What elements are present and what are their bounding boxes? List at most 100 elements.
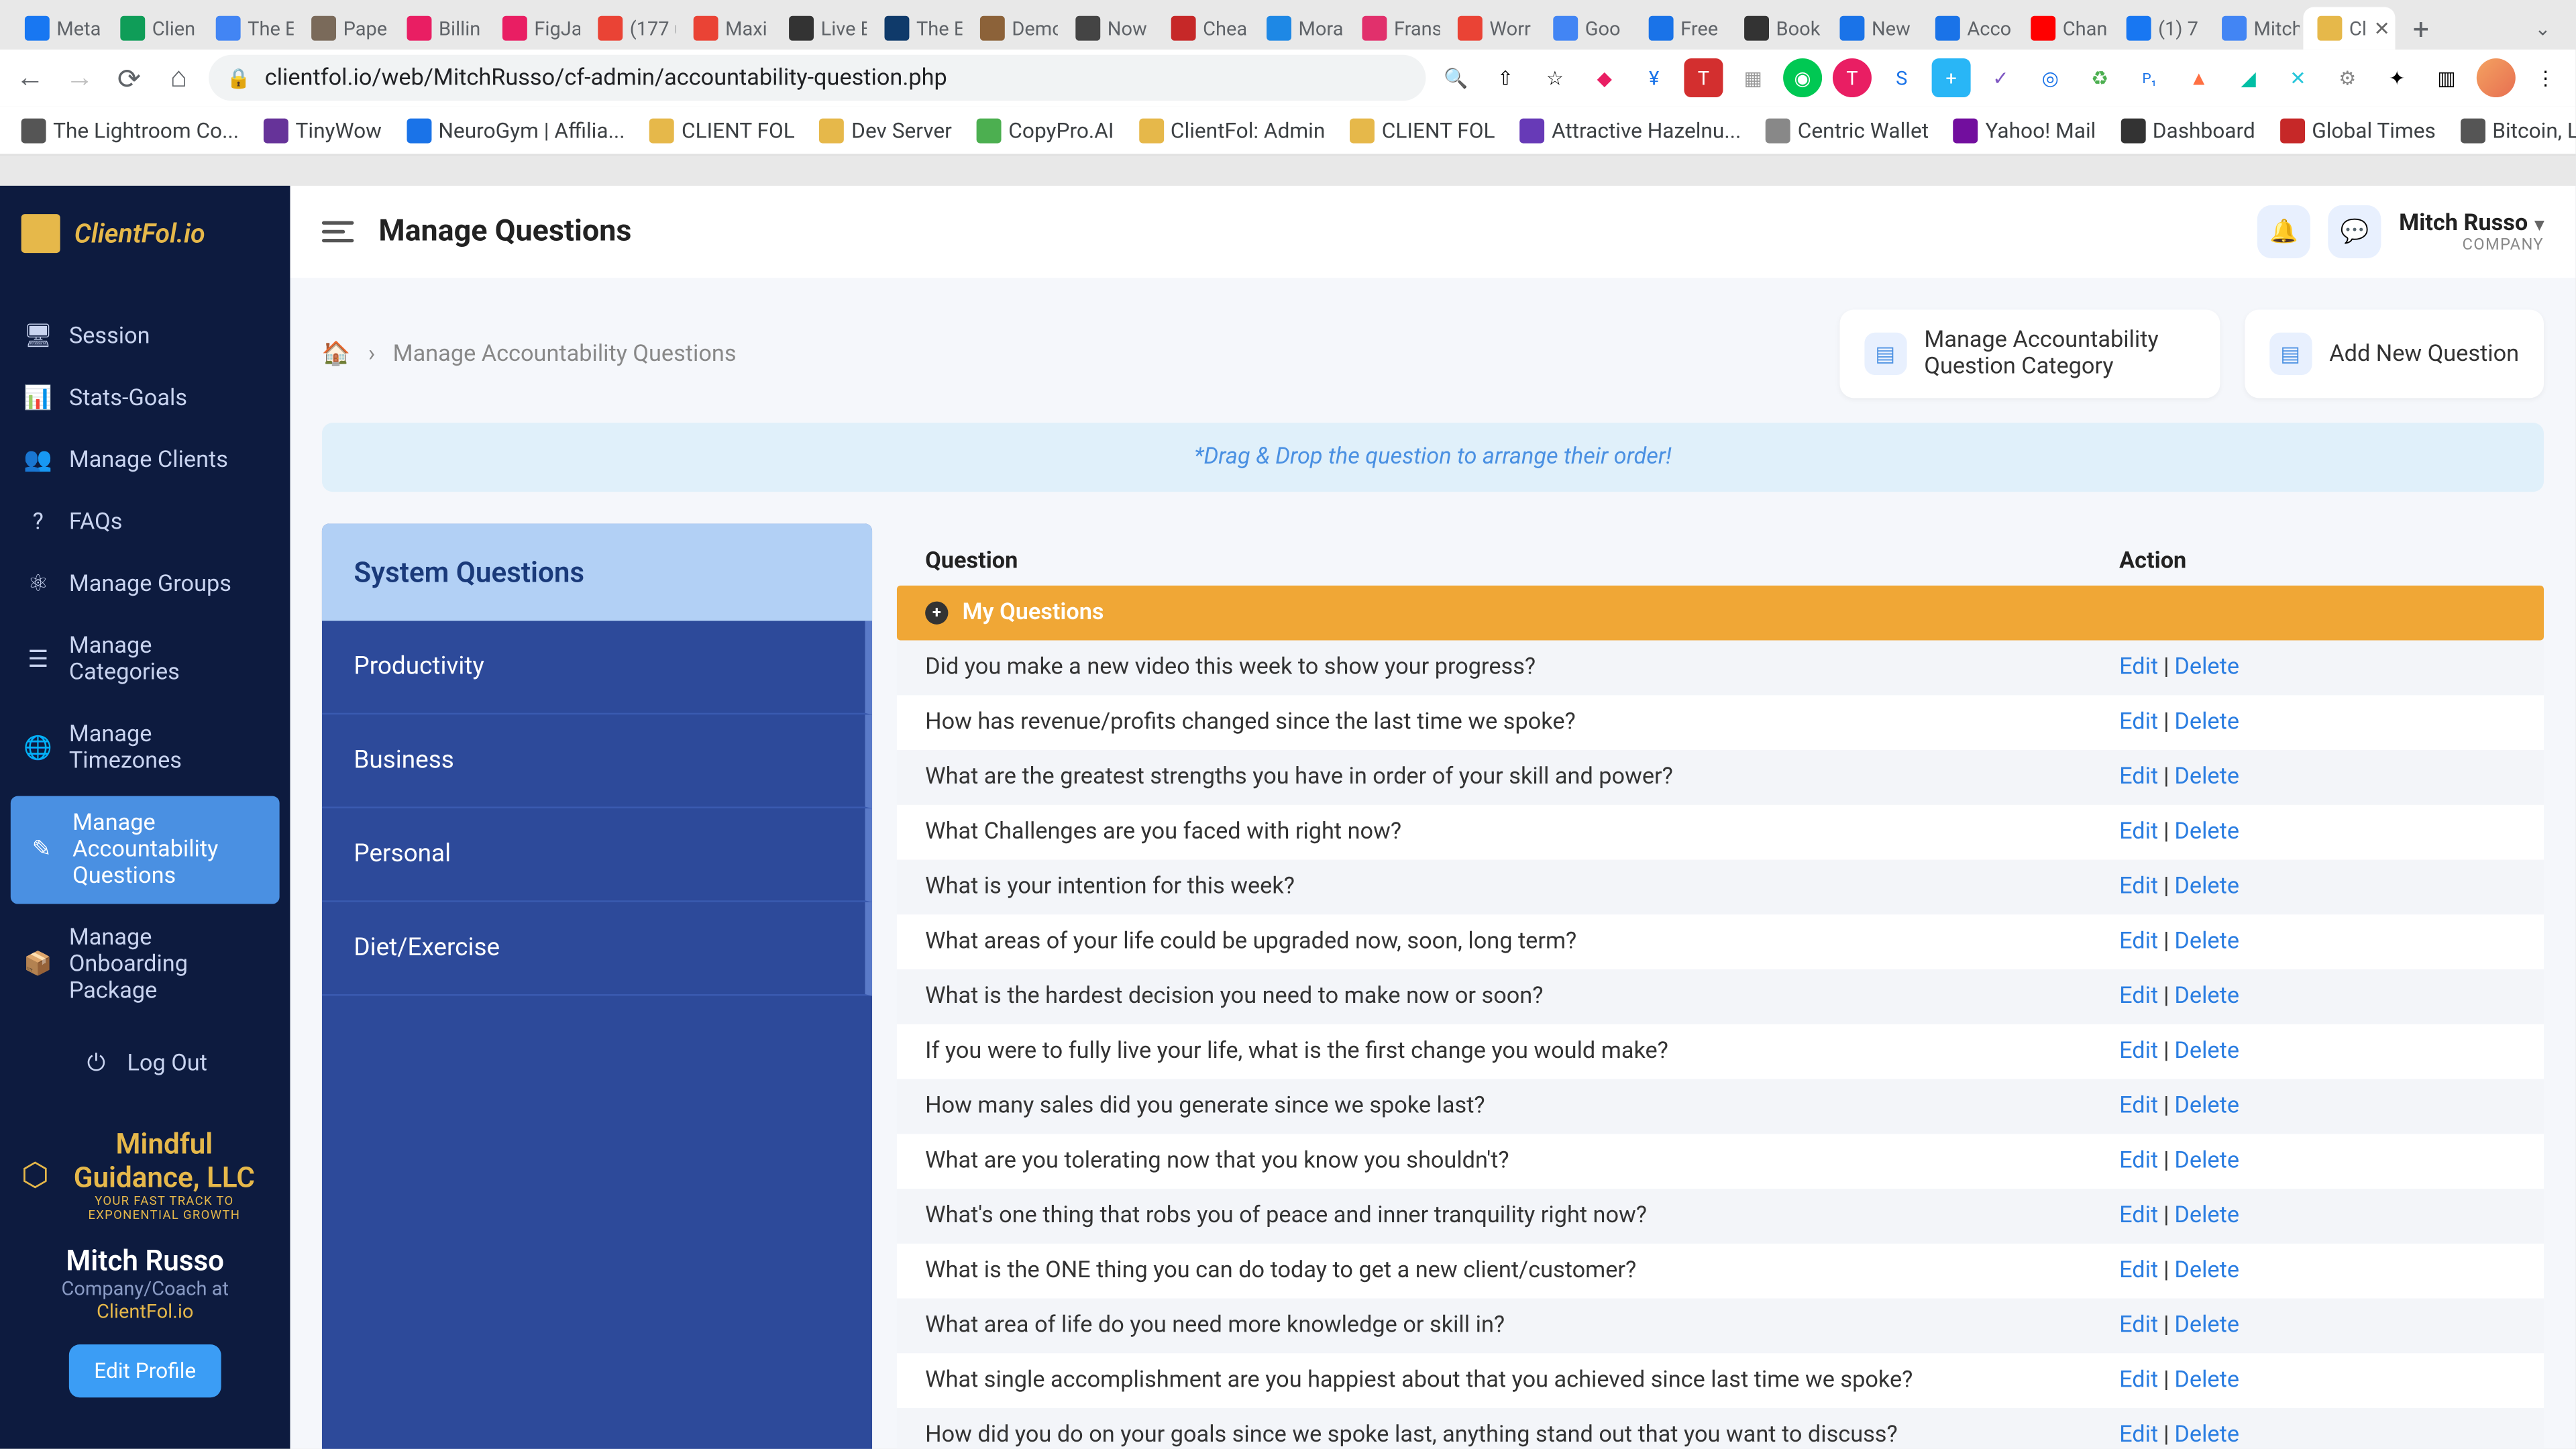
browser-tab[interactable]: Mitch	[2208, 7, 2300, 50]
sidebar-item[interactable]: ?FAQs	[0, 492, 290, 553]
table-row[interactable]: What area of life do you need more knowl…	[897, 1299, 2544, 1354]
delete-link[interactable]: Delete	[2174, 1313, 2239, 1340]
edit-link[interactable]: Edit	[2119, 764, 2158, 791]
table-row[interactable]: What are you tolerating now that you kno…	[897, 1134, 2544, 1189]
edit-profile-button[interactable]: Edit Profile	[69, 1344, 221, 1397]
delete-link[interactable]: Delete	[2174, 928, 2239, 955]
hamburger-icon[interactable]	[322, 221, 354, 243]
sidebar-item[interactable]: ✎Manage Accountability Questions	[11, 796, 280, 904]
ext-icon-13[interactable]: ▲	[2180, 58, 2218, 97]
edit-link[interactable]: Edit	[2119, 709, 2158, 736]
edit-link[interactable]: Edit	[2119, 655, 2158, 682]
url-field[interactable]: 🔒 clientfol.io/web/MitchRusso/cf-admin/a…	[209, 55, 1426, 101]
star-icon[interactable]: ☆	[1536, 58, 1574, 97]
edit-link[interactable]: Edit	[2119, 1367, 2158, 1394]
bookmark-item[interactable]: Yahoo! Mail	[1943, 111, 2106, 150]
delete-link[interactable]: Delete	[2174, 764, 2239, 791]
table-row[interactable]: What is the hardest decision you need to…	[897, 969, 2544, 1024]
home-button[interactable]: ⌂	[159, 58, 198, 97]
ext-icon-2[interactable]: ¥	[1635, 58, 1674, 97]
browser-tab[interactable]: Book	[1730, 7, 1822, 50]
table-row[interactable]: What Challenges are you faced with right…	[897, 805, 2544, 860]
ext-icon-11[interactable]: ♻	[2080, 58, 2119, 97]
extensions-icon[interactable]: ✦	[2377, 58, 2416, 97]
bookmark-item[interactable]: CLIENT FOL	[639, 111, 806, 150]
chat-icon[interactable]: 💬	[2328, 205, 2381, 258]
bookmark-item[interactable]: Dev Server	[809, 111, 963, 150]
table-row[interactable]: What are the greatest strengths you have…	[897, 750, 2544, 805]
browser-tab[interactable]: FigJa	[488, 7, 580, 50]
table-row[interactable]: How has revenue/profits changed since th…	[897, 695, 2544, 750]
delete-link[interactable]: Delete	[2174, 1203, 2239, 1230]
table-row[interactable]: If you were to fully live your life, wha…	[897, 1024, 2544, 1079]
category-item[interactable]: Productivity	[322, 621, 872, 715]
browser-tab[interactable]: (177 u	[584, 7, 676, 50]
browser-tab[interactable]: Clien	[106, 7, 198, 50]
browser-tab[interactable]: Acco	[1921, 7, 2013, 50]
ext-icon-5[interactable]: ◉	[1783, 58, 1822, 97]
edit-link[interactable]: Edit	[2119, 1203, 2158, 1230]
bookmark-item[interactable]: Global Times	[2269, 111, 2447, 150]
edit-link[interactable]: Edit	[2119, 1313, 2158, 1340]
table-row[interactable]: What areas of your life could be upgrade…	[897, 914, 2544, 969]
edit-link[interactable]: Edit	[2119, 874, 2158, 901]
profile-avatar[interactable]	[2477, 58, 2516, 97]
edit-link[interactable]: Edit	[2119, 1038, 2158, 1065]
sidebar-item[interactable]: 📦Manage Onboarding Package	[0, 908, 290, 1022]
bookmark-item[interactable]: CLIENT FOL	[1339, 111, 1505, 150]
bookmark-item[interactable]: CopyPro.AI	[966, 111, 1124, 150]
delete-link[interactable]: Delete	[2174, 983, 2239, 1010]
ext-icon-6[interactable]: T	[1833, 58, 1872, 97]
edit-link[interactable]: Edit	[2119, 819, 2158, 846]
browser-tab[interactable]: Worr	[1444, 7, 1536, 50]
ext-icon-8[interactable]: +	[1932, 58, 1971, 97]
browser-tab[interactable]: Chan	[2017, 7, 2108, 50]
back-button[interactable]: ←	[11, 58, 50, 97]
browser-tab[interactable]: Mora	[1252, 7, 1344, 50]
tabs-expand-icon[interactable]: ⌄	[2520, 17, 2565, 40]
browser-tab[interactable]: Free	[1635, 7, 1727, 50]
search-in-page-icon[interactable]: 🔍	[1436, 58, 1475, 97]
table-row[interactable]: What is the ONE thing you can do today t…	[897, 1244, 2544, 1299]
group-my-questions[interactable]: + My Questions	[897, 586, 2544, 641]
browser-tab[interactable]: Goo	[1539, 7, 1631, 50]
sidebar-item[interactable]: 👥Manage Clients	[0, 430, 290, 492]
delete-link[interactable]: Delete	[2174, 655, 2239, 682]
ext-icon-4[interactable]: ▦	[1733, 58, 1772, 97]
edit-link[interactable]: Edit	[2119, 1148, 2158, 1175]
reload-button[interactable]: ⟳	[109, 58, 148, 97]
bookmark-item[interactable]: Attractive Hazelnu...	[1509, 111, 1752, 150]
browser-tab[interactable]: The E	[870, 7, 962, 50]
bookmark-item[interactable]: NeuroGym | Affilia...	[396, 111, 635, 150]
ext-icon-3[interactable]: T	[1684, 58, 1723, 97]
manage-category-button[interactable]: ▤ Manage Accountability Question Categor…	[1839, 309, 2220, 398]
browser-tab[interactable]: Chea	[1157, 7, 1249, 50]
delete-link[interactable]: Delete	[2174, 1422, 2239, 1449]
bookmark-item[interactable]: ClientFol: Admin	[1128, 111, 1336, 150]
sidebar-item[interactable]: ⚛Manage Groups	[0, 553, 290, 615]
delete-link[interactable]: Delete	[2174, 1038, 2239, 1065]
add-question-button[interactable]: ▤ Add New Question	[2245, 309, 2544, 398]
share-icon[interactable]: ⇧	[1486, 58, 1525, 97]
table-row[interactable]: What is your intention for this week?Edi…	[897, 860, 2544, 915]
category-item[interactable]: Personal	[322, 808, 872, 902]
delete-link[interactable]: Delete	[2174, 709, 2239, 736]
browser-tab[interactable]: Cl✕	[2303, 7, 2395, 50]
bookmark-item[interactable]: TinyWow	[253, 111, 392, 150]
new-tab-button[interactable]: +	[2399, 11, 2443, 45]
bookmark-item[interactable]: The Lightroom Co...	[11, 111, 250, 150]
table-row[interactable]: How did you do on your goals since we sp…	[897, 1408, 2544, 1449]
browser-tab[interactable]: Meta	[11, 7, 103, 50]
sidebar-item[interactable]: 📊Stats-Goals	[0, 368, 290, 429]
ext-icon-9[interactable]: ✓	[1981, 58, 2020, 97]
edit-link[interactable]: Edit	[2119, 983, 2158, 1010]
browser-tab[interactable]: Billin	[392, 7, 484, 50]
browser-tab[interactable]: Now	[1061, 7, 1153, 50]
bookmark-item[interactable]: Dashboard	[2110, 111, 2265, 150]
sidebar-item[interactable]: 🖥Session	[0, 306, 290, 368]
ext-icon-7[interactable]: S	[1882, 58, 1921, 97]
edit-link[interactable]: Edit	[2119, 1258, 2158, 1285]
ext-icon-1[interactable]: ◆	[1585, 58, 1624, 97]
browser-tab[interactable]: Pape	[297, 7, 389, 50]
ext-icon-12[interactable]: P₁	[2130, 58, 2169, 97]
